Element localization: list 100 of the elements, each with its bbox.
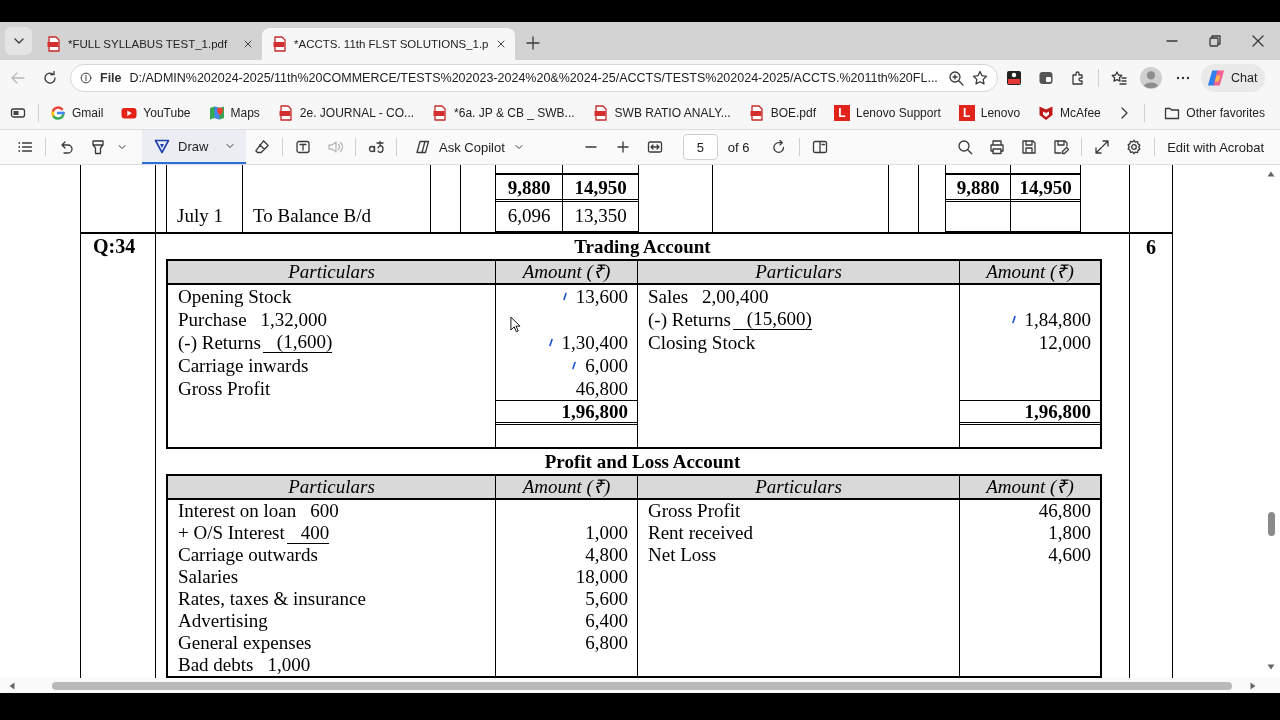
copilot-icon	[1206, 68, 1226, 88]
scrollbar-thumb[interactable]	[52, 681, 1232, 690]
pdf-file-icon	[748, 104, 765, 121]
refresh-icon[interactable]	[42, 70, 58, 86]
search-icon[interactable]	[957, 139, 974, 155]
entry-label: Sales	[648, 285, 689, 308]
amount-text: 1,84,800	[1024, 308, 1091, 331]
close-icon[interactable]	[242, 38, 254, 50]
eraser-icon[interactable]	[254, 139, 270, 155]
column-header: Amount (₹)	[960, 261, 1100, 285]
amount-text: 5,600	[585, 588, 628, 610]
favorite-link[interactable]: McAfee	[1031, 100, 1108, 125]
favorite-link[interactable]: L Lenovo	[951, 100, 1028, 125]
entry-label: Closing Stock	[648, 331, 756, 354]
scroll-down-arrow-icon[interactable]	[1266, 662, 1276, 672]
info-icon[interactable]	[80, 72, 92, 84]
other-favorites-link[interactable]: Other favorites	[1157, 100, 1272, 125]
address-field[interactable]: File D:/ADMIN%202024-2025/11th%20COMMERCE/TESTS%202023-2024%20&%2024-25/ACCTS/TESTS%202024-2025/ACCTS.%2011th%20FL...	[70, 64, 998, 92]
entry-particulars: To Balance B/d	[243, 202, 431, 232]
new-tab-plus-icon[interactable]	[524, 35, 541, 51]
entry-label: Rent received	[648, 522, 753, 544]
expand-icon[interactable]	[1094, 139, 1111, 155]
copilot-icon	[415, 139, 431, 155]
amount-text: 46,800	[575, 377, 628, 400]
ledger-amount: 9,880	[946, 173, 1011, 202]
favorite-link[interactable]: *6a. JP & CB _ SWB...	[425, 100, 582, 125]
account-title: Trading Account	[574, 236, 711, 257]
save-as-icon[interactable]	[1053, 139, 1070, 155]
scroll-left-arrow-icon[interactable]	[7, 680, 17, 691]
avatar-icon[interactable]	[1140, 67, 1162, 89]
puzzle-icon[interactable]	[1070, 70, 1086, 86]
page-view-icon[interactable]	[812, 139, 829, 155]
highlighter-icon[interactable]	[90, 139, 106, 155]
restore-icon[interactable]	[1207, 33, 1223, 49]
favorite-link[interactable]: Maps	[201, 100, 267, 125]
entry-label: Interest on loan	[178, 500, 297, 522]
scrollbar-thumb[interactable]	[1267, 512, 1275, 536]
ledger-amount: 9,880	[496, 173, 563, 202]
edit-with-acrobat-button[interactable]: Edit with Acrobat	[1159, 135, 1272, 159]
entry-date: July 1	[167, 202, 243, 232]
account-title: Profit and Loss Account	[544, 451, 741, 472]
entry-label: Carriage outwards	[178, 544, 318, 566]
letter-logo: L	[834, 104, 850, 121]
entry-label: Gross Profit	[178, 377, 271, 400]
entry-label: (-) Returns	[178, 331, 261, 354]
scheme-label: File	[100, 71, 122, 85]
amount-text: 6,000	[585, 354, 628, 377]
entry-label: Carriage inwards	[178, 354, 309, 377]
entry-label: Bad debts	[178, 654, 254, 676]
page-number-field[interactable]: 5	[682, 134, 718, 160]
entry-label: Advertising	[178, 610, 268, 632]
favorite-link[interactable]: SWB RATIO ANALY...	[585, 100, 738, 125]
favorite-link[interactable]: 2e. JOURNAL - CO...	[270, 100, 422, 125]
close-icon[interactable]	[1250, 33, 1266, 49]
amount-text: 13,600	[575, 285, 628, 308]
app-tile-icon[interactable]	[1038, 70, 1054, 86]
favorite-link[interactable]: L Lenovo Support	[827, 100, 948, 125]
amount-text: 4,600	[1048, 544, 1091, 566]
fit-width-icon[interactable]	[646, 139, 663, 155]
sub-amount: (1,600)	[262, 332, 333, 353]
favorite-link[interactable]: Gmail	[43, 100, 111, 125]
sub-amount: 400	[286, 522, 330, 544]
text-box-icon[interactable]	[295, 139, 311, 155]
pdf-file-icon	[432, 104, 449, 121]
sub-amount: 1,32,000	[260, 309, 328, 330]
entry-label: Purchase	[178, 308, 247, 331]
sub-amount: 1,000	[267, 655, 311, 675]
column-header: Amount (₹)	[496, 261, 638, 285]
favorites-list-icon[interactable]	[1111, 70, 1127, 86]
coupon-icon[interactable]	[1006, 70, 1022, 86]
favorite-star-icon[interactable]	[972, 70, 988, 86]
ask-copilot-button[interactable]: Ask Copilot	[407, 133, 533, 161]
sub-amount: (15,600)	[732, 309, 812, 330]
scroll-up-arrow-icon[interactable]	[1266, 169, 1276, 179]
translate-icon[interactable]	[368, 139, 384, 155]
chat-button[interactable]: Chat	[1201, 64, 1266, 92]
amount-text: 18,000	[575, 566, 628, 588]
list-icon[interactable]	[17, 139, 33, 155]
entry-label: Rates, taxes & insurance	[178, 588, 366, 610]
pdf-file-icon	[272, 36, 288, 52]
pdf-file-icon	[46, 36, 62, 52]
total-amount: 1,96,800	[960, 400, 1100, 425]
entry-label: General expenses	[178, 632, 312, 654]
draw-button[interactable]: Draw	[142, 130, 246, 164]
amount-text: 1,000	[585, 522, 628, 544]
print-icon[interactable]	[989, 139, 1006, 155]
column-header: Particulars	[168, 476, 496, 500]
favorite-link[interactable]: BOE.pdf	[741, 100, 823, 125]
browser-tab[interactable]: *ACCTS. 11th FLST SOLUTIONS_1.p	[262, 28, 515, 60]
sub-amount: 600	[310, 501, 339, 521]
entry-label: + O/S Interest	[178, 522, 285, 544]
column-header: Amount (₹)	[496, 476, 638, 500]
ledger-amount: 14,950	[1011, 173, 1081, 202]
settings-icon[interactable]	[1126, 139, 1143, 155]
pdf-file-icon	[277, 104, 294, 121]
browser-tab[interactable]: *FULL SYLLABUS TEST_1.pdf	[36, 28, 262, 60]
zoom-in-icon[interactable]	[948, 70, 964, 86]
save-icon[interactable]	[1021, 139, 1038, 155]
scroll-right-arrow-icon[interactable]	[1248, 680, 1258, 691]
favorite-link[interactable]: YouTube	[114, 100, 198, 125]
